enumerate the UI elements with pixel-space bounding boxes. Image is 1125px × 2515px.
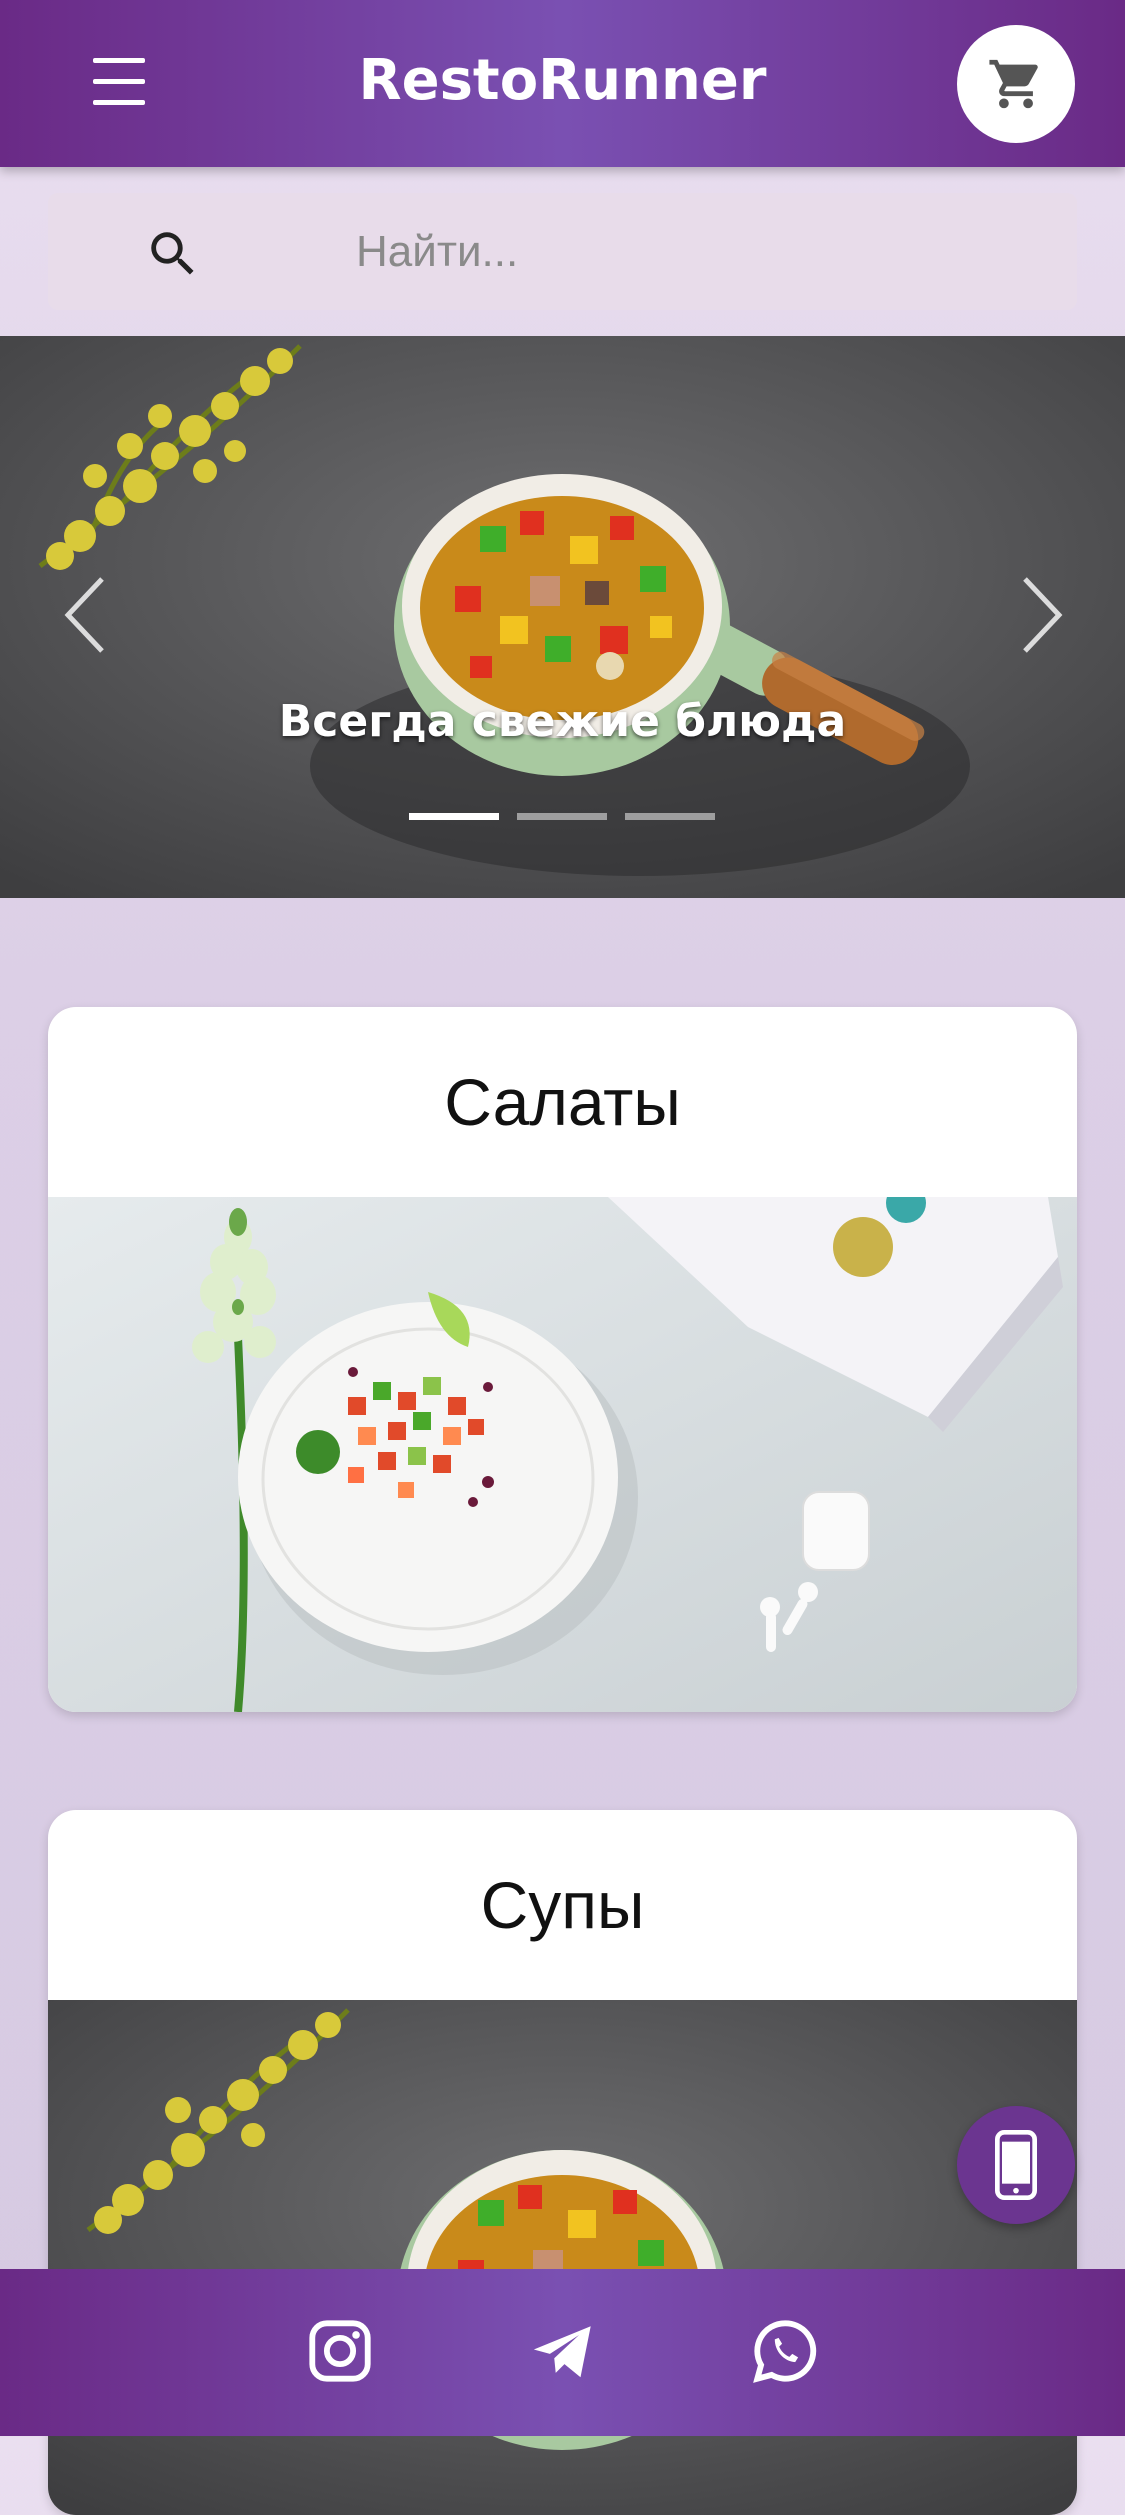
- instagram-icon[interactable]: [305, 2316, 375, 2386]
- chevron-right-icon[interactable]: [1017, 575, 1067, 655]
- call-button[interactable]: [957, 2106, 1075, 2224]
- search-bar: [48, 193, 1077, 310]
- search-input[interactable]: [354, 215, 1038, 289]
- category-title: Супы: [480, 1868, 645, 1942]
- promo-carousel[interactable]: Всегда свежие блюда: [0, 336, 1125, 898]
- app-header: RestoRunner: [0, 0, 1125, 167]
- whatsapp-icon[interactable]: [750, 2316, 820, 2386]
- carousel-indicator[interactable]: [625, 813, 715, 820]
- carousel-indicator[interactable]: [517, 813, 607, 820]
- shopping-cart-icon: [989, 59, 1038, 109]
- category-card-salads[interactable]: Салаты: [48, 1007, 1077, 1712]
- salad-plate-image: [48, 1197, 1077, 1712]
- telegram-icon[interactable]: [528, 2316, 598, 2386]
- carousel-caption: Всегда свежие блюда: [278, 696, 847, 747]
- search-icon[interactable]: [144, 225, 202, 283]
- category-title: Салаты: [444, 1065, 681, 1139]
- carousel-indicator[interactable]: [409, 813, 499, 820]
- chevron-left-icon[interactable]: [60, 575, 110, 655]
- footer-bar: [0, 2269, 1125, 2436]
- soup-pot-image: [48, 2000, 1077, 2515]
- mobile-phone-icon: [995, 2130, 1037, 2200]
- cart-button[interactable]: [957, 25, 1075, 143]
